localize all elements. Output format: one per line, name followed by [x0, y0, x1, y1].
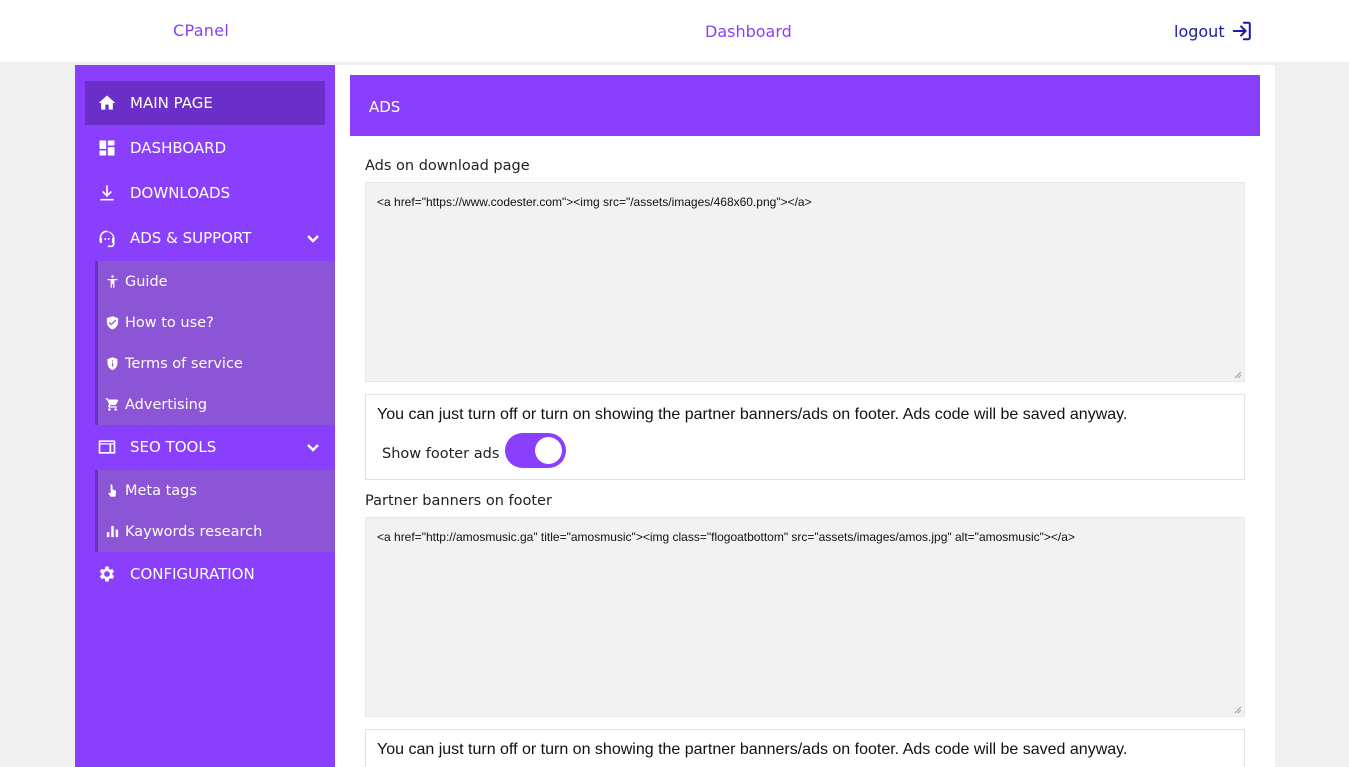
chevron-down-icon: [305, 230, 321, 246]
ads-support-submenu: Guide How to use? Terms of service Adver…: [95, 261, 335, 425]
home-icon: [96, 92, 118, 114]
submenu-item-label: How to use?: [125, 314, 214, 331]
submenu-item-meta-tags[interactable]: Meta tags: [98, 470, 335, 511]
submenu-item-label: Terms of service: [125, 355, 243, 372]
sidebar-item-label: MAIN PAGE: [130, 94, 213, 112]
card-title: ADS: [350, 75, 1260, 136]
partner-banners-code: <a href="http://amosmusic.ga" title="amo…: [377, 530, 1075, 544]
partner-ads-note: You can just turn off or turn on showing…: [377, 741, 1128, 758]
submenu-item-label: Meta tags: [125, 482, 197, 499]
submenu-item-advertising[interactable]: Advertising: [98, 384, 335, 425]
resize-grip-icon[interactable]: [1234, 371, 1242, 379]
sidebar-item-label: ADS & SUPPORT: [130, 229, 252, 247]
resize-grip-icon[interactable]: [1234, 706, 1242, 714]
web-window-icon: [96, 436, 118, 458]
shield-icon: [104, 356, 120, 372]
page-title: Dashboard: [705, 22, 792, 41]
footer-ads-note: You can just turn off or turn on showing…: [377, 406, 1128, 423]
touch-icon: [104, 483, 120, 499]
submenu-item-terms[interactable]: Terms of service: [98, 343, 335, 384]
download-ads-code: <a href="https://www.codester.com"><img …: [377, 195, 812, 209]
download-ads-textarea[interactable]: <a href="https://www.codester.com"><img …: [365, 182, 1245, 382]
cart-icon: [104, 397, 120, 413]
submenu-item-guide[interactable]: Guide: [98, 261, 335, 302]
verified-check-icon: [104, 315, 120, 331]
submenu-item-label: Guide: [125, 273, 168, 290]
sidebar-item-seo-tools[interactable]: SEO TOOLS: [85, 425, 325, 469]
partner-toggle-box: You can just turn off or turn on showing…: [365, 729, 1245, 767]
partner-banners-label: Partner banners on footer: [365, 493, 552, 509]
chevron-down-icon: [305, 439, 321, 455]
top-navbar: CPanel Dashboard logout: [0, 0, 1349, 62]
sidebar-item-label: CONFIGURATION: [130, 565, 255, 583]
support-agent-icon: [96, 227, 118, 249]
sidebar: MAIN PAGE DASHBOARD DOWNLOADS ADS & SUPP…: [75, 65, 335, 767]
download-ads-label: Ads on download page: [365, 158, 530, 174]
submenu-item-keywords-research[interactable]: Kaywords research: [98, 511, 335, 552]
logout-label: logout: [1174, 21, 1225, 41]
show-footer-ads-label: Show footer ads: [382, 446, 500, 462]
logout-button[interactable]: logout: [1174, 19, 1253, 43]
submenu-item-how-to-use[interactable]: How to use?: [98, 302, 335, 343]
bar-chart-icon: [104, 524, 120, 540]
toggle-knob: [535, 437, 562, 464]
show-footer-ads-toggle[interactable]: [505, 433, 566, 468]
sidebar-item-label: SEO TOOLS: [130, 438, 217, 456]
logout-icon: [1232, 21, 1251, 41]
sidebar-item-configuration[interactable]: CONFIGURATION: [85, 552, 325, 596]
footer-ads-toggle-box: You can just turn off or turn on showing…: [365, 394, 1245, 480]
sidebar-item-main-page[interactable]: MAIN PAGE: [85, 81, 325, 125]
seo-tools-submenu: Meta tags Kaywords research: [95, 470, 335, 552]
sidebar-item-label: DASHBOARD: [130, 139, 227, 157]
sidebar-item-dashboard[interactable]: DASHBOARD: [85, 126, 325, 170]
sidebar-item-ads-support[interactable]: ADS & SUPPORT: [85, 216, 325, 260]
submenu-item-label: Kaywords research: [125, 523, 263, 540]
partner-banners-textarea[interactable]: <a href="http://amosmusic.ga" title="amo…: [365, 517, 1245, 717]
main-content: ADS Ads on download page <a href="https:…: [335, 65, 1275, 767]
download-icon: [96, 182, 118, 204]
dashboard-icon: [96, 137, 118, 159]
gear-icon: [96, 563, 118, 585]
submenu-item-label: Advertising: [125, 396, 208, 413]
brand-logo[interactable]: CPanel: [173, 21, 229, 40]
accessibility-icon: [104, 274, 120, 290]
sidebar-item-label: DOWNLOADS: [130, 184, 231, 202]
sidebar-item-downloads[interactable]: DOWNLOADS: [85, 171, 325, 215]
